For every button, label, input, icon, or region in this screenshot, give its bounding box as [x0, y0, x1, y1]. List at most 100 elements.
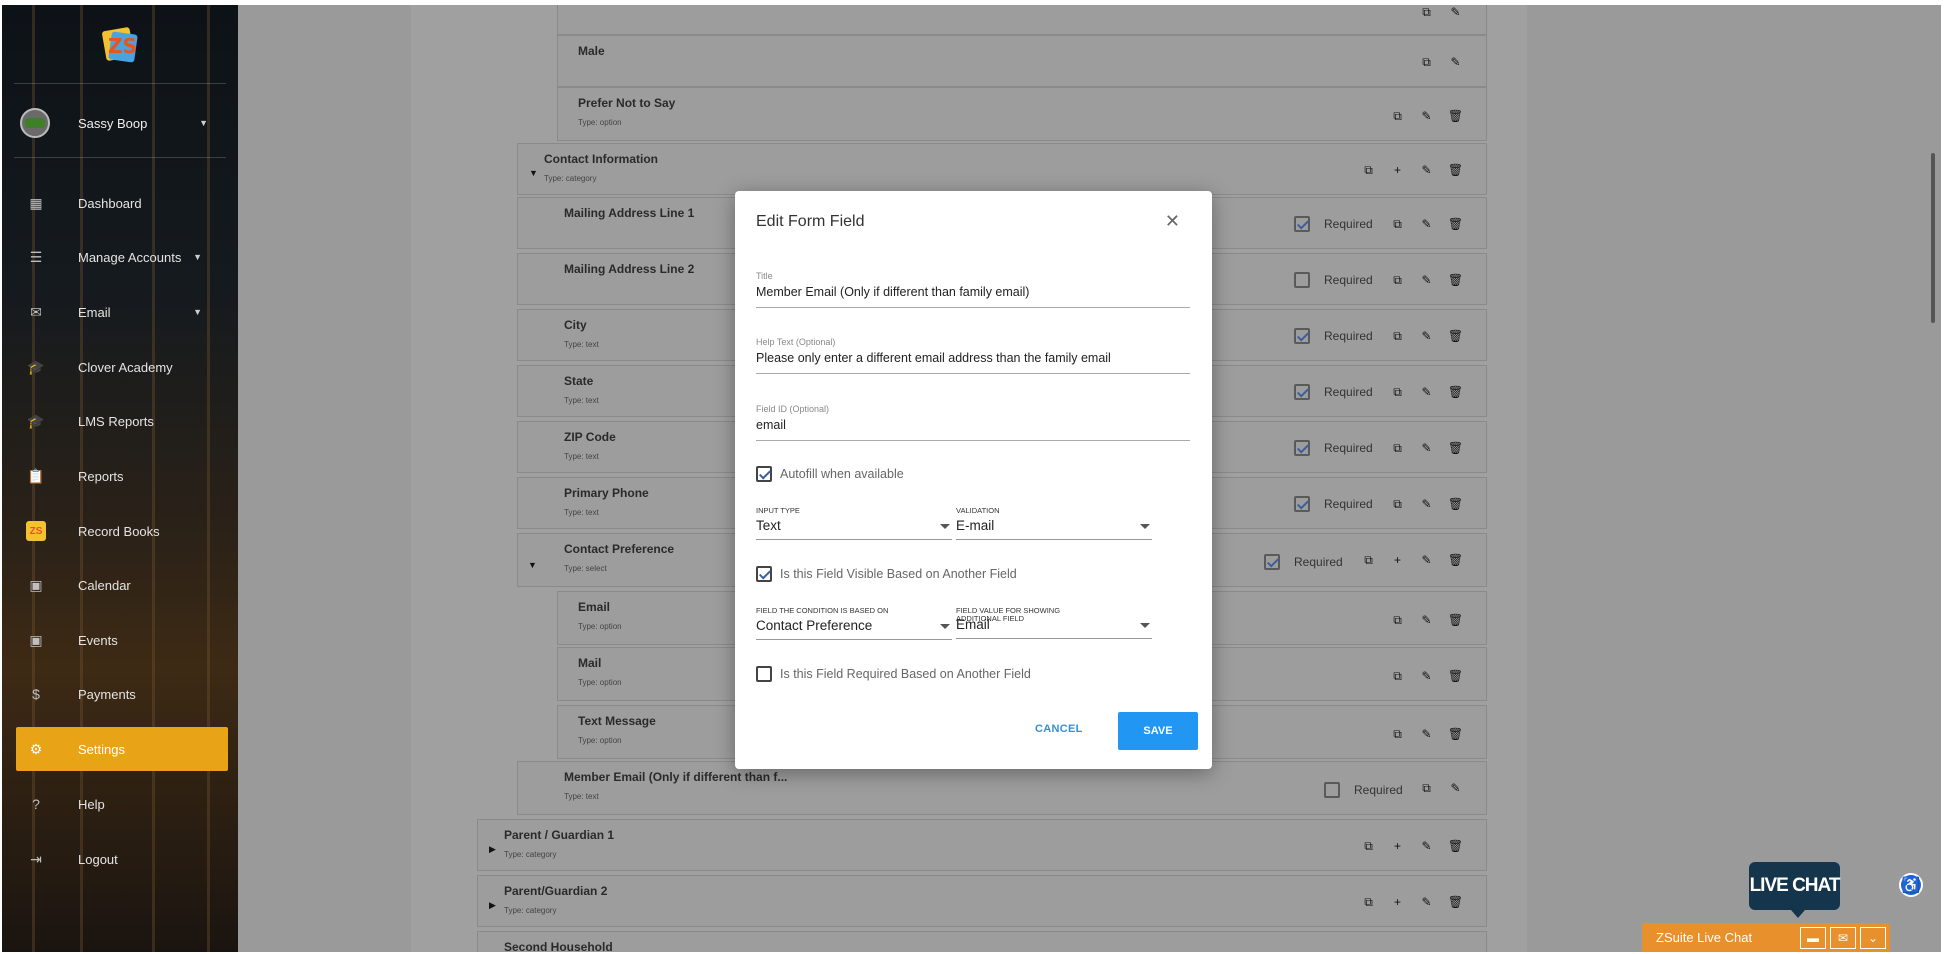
delete-icon[interactable]: 🗑: [1441, 273, 1470, 287]
checkbox[interactable]: [1294, 328, 1310, 344]
required-toggle[interactable]: Required: [1294, 384, 1373, 400]
list-item[interactable]: Male ⧉ ✎: [557, 35, 1487, 87]
checkbox[interactable]: [756, 466, 772, 482]
cancel-button[interactable]: CANCEL: [1035, 723, 1083, 735]
sidebar-item-events[interactable]: ▣ Events: [16, 618, 228, 662]
list-item[interactable]: Member Email (Only if different than f..…: [517, 761, 1487, 815]
copy-icon[interactable]: ⧉: [1383, 109, 1412, 124]
copy-icon[interactable]: ⧉: [1383, 669, 1412, 684]
copy-icon[interactable]: ⧉: [1383, 385, 1412, 400]
edit-icon[interactable]: ✎: [1412, 217, 1441, 231]
required-toggle[interactable]: Required: [1294, 496, 1373, 512]
copy-icon[interactable]: ⧉: [1354, 163, 1383, 178]
accessibility-icon[interactable]: ♿: [1899, 873, 1923, 897]
checkbox[interactable]: [1264, 554, 1280, 570]
required-toggle[interactable]: Required: [1294, 272, 1373, 288]
list-item[interactable]: ⧉ ✎: [557, 5, 1487, 35]
copy-icon[interactable]: ⧉: [1412, 781, 1441, 796]
required-toggle[interactable]: Required: [1294, 440, 1373, 456]
user-menu[interactable]: Sassy Boop ▼: [20, 103, 220, 143]
checkbox[interactable]: [1294, 440, 1310, 456]
copy-icon[interactable]: ⧉: [1383, 613, 1412, 628]
required-toggle[interactable]: Required: [1294, 216, 1373, 232]
mail-icon[interactable]: ✉: [1830, 926, 1856, 949]
zs-logo-icon[interactable]: ZS: [100, 23, 140, 67]
visible-based-checkbox[interactable]: Is this Field Visible Based on Another F…: [756, 566, 1017, 582]
checkbox[interactable]: [1324, 782, 1340, 798]
checkbox[interactable]: [1294, 216, 1310, 232]
copy-icon[interactable]: ⧉: [1383, 329, 1412, 344]
delete-icon[interactable]: 🗑: [1441, 441, 1470, 455]
minimize-icon[interactable]: ⌄: [1860, 926, 1886, 949]
expand-arrow-icon[interactable]: ▶: [489, 844, 496, 855]
sidebar-item-email[interactable]: ✉ Email ▼: [16, 290, 228, 334]
list-item[interactable]: ▶ Parent/Guardian 2 Type: category ⧉ + ✎…: [477, 875, 1487, 927]
copy-icon[interactable]: ⧉: [1383, 217, 1412, 232]
save-button[interactable]: SAVE: [1118, 712, 1198, 750]
sidebar-item-payments[interactable]: $ Payments: [16, 672, 228, 716]
live-chat-bar[interactable]: ZSuite Live Chat ▬ ✉ ⌄: [1642, 923, 1890, 952]
collapse-arrow-icon[interactable]: ▼: [529, 168, 538, 178]
copy-icon[interactable]: ⧉: [1354, 895, 1383, 910]
edit-icon[interactable]: ✎: [1412, 163, 1441, 177]
input-type-select[interactable]: INPUT TYPE Text: [756, 507, 952, 540]
edit-icon[interactable]: ✎: [1412, 273, 1441, 287]
chat-icon[interactable]: ▬: [1800, 926, 1826, 949]
list-item[interactable]: ▼ Contact Information Type: category ⧉ +…: [517, 143, 1487, 195]
delete-icon[interactable]: 🗑: [1441, 217, 1470, 231]
list-item[interactable]: Prefer Not to Say Type: option ⧉ ✎ 🗑: [557, 87, 1487, 141]
edit-icon[interactable]: ✎: [1441, 55, 1470, 69]
sidebar-item-calendar[interactable]: ▣ Calendar: [16, 563, 228, 607]
checkbox[interactable]: [756, 566, 772, 582]
delete-icon[interactable]: 🗑: [1441, 329, 1470, 343]
field-id-field[interactable]: Field ID (Optional) email: [756, 404, 1190, 441]
required-based-checkbox[interactable]: Is this Field Required Based on Another …: [756, 666, 1031, 682]
required-toggle[interactable]: Required: [1264, 554, 1343, 570]
sidebar-item-help[interactable]: ? Help: [16, 782, 228, 826]
copy-icon[interactable]: ⧉: [1354, 553, 1383, 568]
edit-icon[interactable]: ✎: [1412, 553, 1441, 567]
field-value[interactable]: Member Email (Only if different than fam…: [756, 285, 1190, 307]
required-toggle[interactable]: Required: [1324, 782, 1403, 798]
copy-icon[interactable]: ⧉: [1354, 839, 1383, 854]
edit-icon[interactable]: ✎: [1412, 669, 1441, 683]
edit-icon[interactable]: ✎: [1441, 5, 1470, 19]
edit-icon[interactable]: ✎: [1412, 109, 1441, 123]
delete-icon[interactable]: 🗑: [1441, 553, 1470, 567]
required-toggle[interactable]: Required: [1294, 328, 1373, 344]
delete-icon[interactable]: 🗑: [1441, 497, 1470, 511]
edit-icon[interactable]: ✎: [1412, 497, 1441, 511]
copy-icon[interactable]: ⧉: [1383, 497, 1412, 512]
sidebar-item-dashboard[interactable]: ▦ Dashboard: [16, 181, 228, 225]
copy-icon[interactable]: ⧉: [1412, 5, 1441, 20]
validation-select[interactable]: VALIDATION E-mail: [956, 507, 1152, 540]
help-text-field[interactable]: Help Text (Optional) Please only enter a…: [756, 337, 1190, 374]
delete-icon[interactable]: 🗑: [1441, 839, 1470, 853]
sidebar-item-settings[interactable]: ⚙ Settings: [16, 727, 228, 771]
add-icon[interactable]: +: [1383, 839, 1412, 853]
edit-icon[interactable]: ✎: [1412, 727, 1441, 741]
field-value[interactable]: Please only enter a different email addr…: [756, 351, 1190, 373]
collapse-arrow-icon[interactable]: ▼: [528, 560, 537, 570]
edit-icon[interactable]: ✎: [1412, 441, 1441, 455]
copy-icon[interactable]: ⧉: [1383, 727, 1412, 742]
edit-icon[interactable]: ✎: [1412, 895, 1441, 909]
delete-icon[interactable]: 🗑: [1441, 895, 1470, 909]
copy-icon[interactable]: ⧉: [1412, 55, 1441, 70]
delete-icon[interactable]: 🗑: [1441, 385, 1470, 399]
edit-icon[interactable]: ✎: [1412, 385, 1441, 399]
delete-icon[interactable]: 🗑: [1441, 109, 1470, 123]
condition-value-select[interactable]: FIELD VALUE FOR SHOWING ADDITIONAL FIELD…: [956, 607, 1152, 639]
title-field[interactable]: Title Member Email (Only if different th…: [756, 271, 1190, 308]
expand-arrow-icon[interactable]: ▶: [489, 900, 496, 911]
sidebar-item-record-books[interactable]: ZS Record Books: [16, 509, 228, 553]
sidebar-item-logout[interactable]: ⇥ Logout: [16, 837, 228, 881]
delete-icon[interactable]: 🗑: [1441, 727, 1470, 741]
checkbox[interactable]: [1294, 272, 1310, 288]
condition-field-select[interactable]: FIELD THE CONDITION IS BASED ON Contact …: [756, 607, 952, 640]
delete-icon[interactable]: 🗑: [1441, 163, 1470, 177]
field-value[interactable]: email: [756, 418, 1190, 440]
live-chat-bubble[interactable]: LIVE CHAT: [1749, 862, 1840, 918]
delete-icon[interactable]: 🗑: [1441, 669, 1470, 683]
checkbox[interactable]: [756, 666, 772, 682]
